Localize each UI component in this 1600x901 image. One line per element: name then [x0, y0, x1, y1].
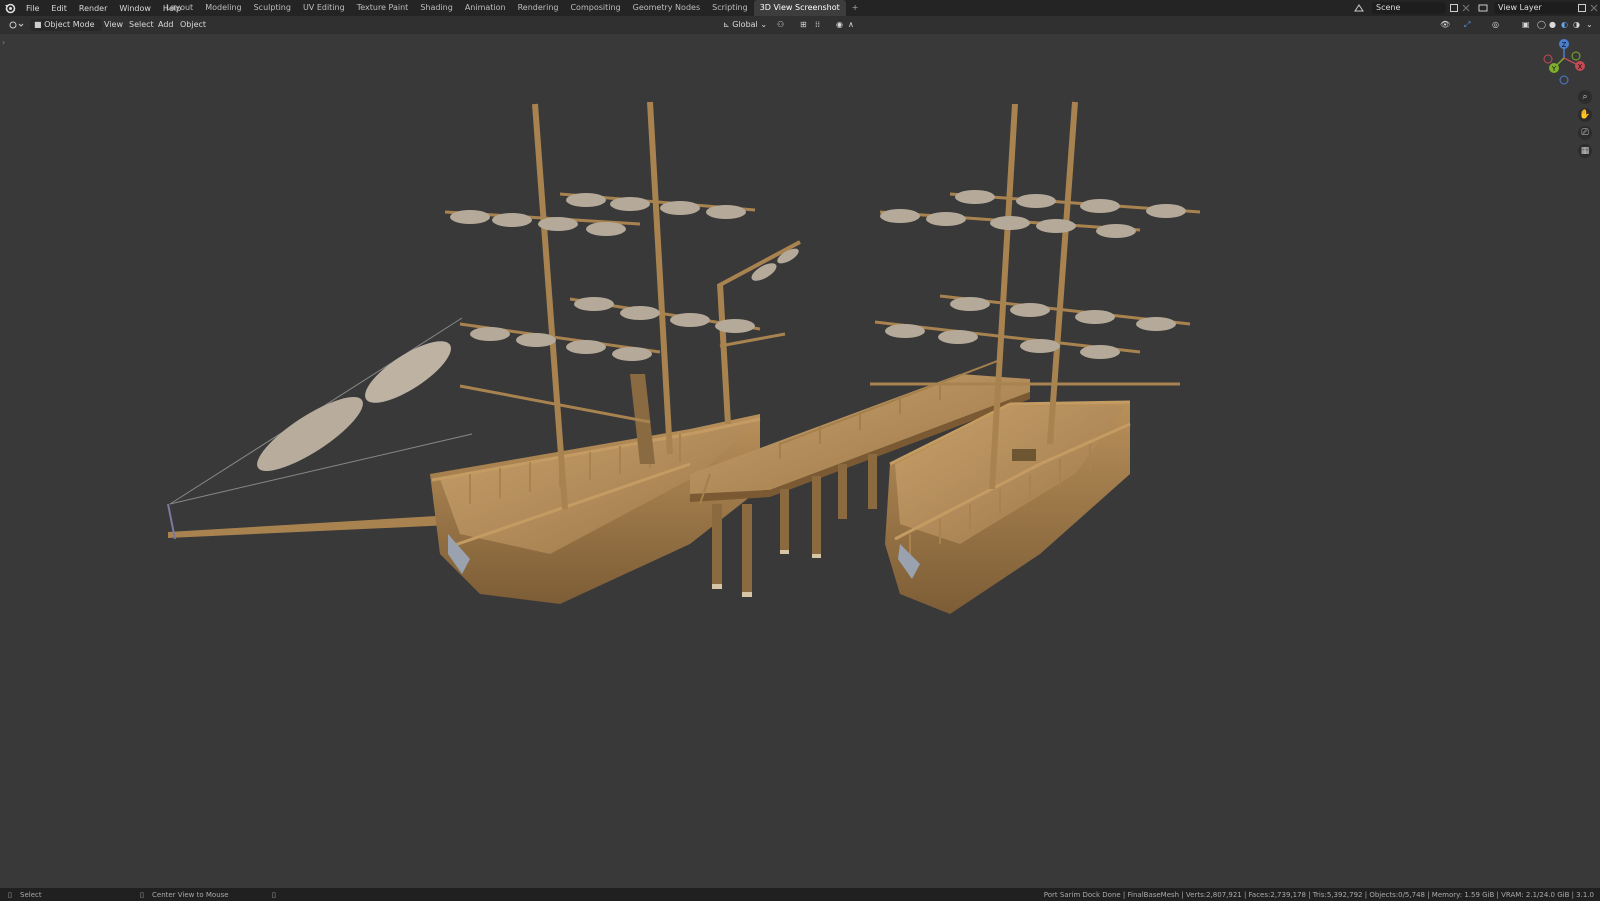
tab-scripting[interactable]: Scripting — [706, 0, 754, 16]
xray-icon[interactable]: ▣ — [1522, 19, 1530, 31]
mouse-right-icon: ▯ — [272, 891, 276, 899]
toolbar-expand-icon[interactable]: › — [2, 38, 5, 47]
object-mode-dropdown[interactable]: ■ Object Mode ⌄ — [30, 19, 102, 41]
scene-statistics: Port Sarim Dock Done | FinalBaseMesh | V… — [1043, 891, 1594, 899]
left-ship — [167, 101, 801, 604]
overlays-icon[interactable]: ◎ — [1492, 19, 1499, 31]
gizmo-toggle-icon[interactable]: ⤢ — [1464, 19, 1470, 31]
right-ship — [870, 101, 1201, 614]
add-menu[interactable]: Add — [158, 19, 174, 31]
wireframe-shading-icon[interactable]: ◯ — [1537, 19, 1546, 31]
status-center-view-label: Center View to Mouse — [152, 891, 229, 899]
material-preview-shading-icon[interactable]: ◐ — [1561, 19, 1568, 31]
viewport-header: ■ Object Mode ⌄ View Select Add Object ⊾… — [0, 16, 1600, 41]
falloff-icon[interactable]: ∧ — [848, 19, 854, 31]
view-layer-field[interactable]: View Layer — [1494, 2, 1578, 14]
tab-layout[interactable]: Layout — [160, 0, 199, 16]
select-menu[interactable]: Select — [129, 19, 154, 31]
top-bar: File Edit Render Window Help Layout Mode… — [0, 0, 1600, 16]
delete-scene-icon[interactable] — [1461, 3, 1471, 13]
status-bar: ▯ Select ▯ Center View to Mouse ▯ Port S… — [0, 888, 1600, 901]
proportional-edit-icon[interactable]: ◉ — [836, 19, 843, 31]
tab-sculpting[interactable]: Sculpting — [248, 0, 297, 16]
orientation-icon: ⊾ — [723, 20, 730, 29]
status-select-label: Select — [20, 891, 42, 899]
scene-field[interactable]: Scene — [1372, 2, 1446, 14]
tab-compositing[interactable]: Compositing — [564, 0, 626, 16]
workspace-tabs: Layout Modeling Sculpting UV Editing Tex… — [160, 0, 864, 16]
shading-options-icon[interactable]: ⌄ — [1586, 19, 1593, 31]
rendered-shading-icon[interactable]: ◑ — [1573, 19, 1580, 31]
tab-modeling[interactable]: Modeling — [199, 0, 247, 16]
tab-rendering[interactable]: Rendering — [512, 0, 565, 16]
snap-target-icon[interactable]: ⁞⁞ — [815, 19, 820, 31]
solid-shading-icon[interactable]: ● — [1549, 19, 1556, 31]
orientation-label: Global — [732, 20, 758, 29]
gizmo-y-label: Y — [1551, 65, 1557, 73]
menu-render[interactable]: Render — [73, 4, 113, 13]
object-mode-icon: ■ — [34, 20, 42, 29]
menu-window[interactable]: Window — [113, 4, 157, 13]
blender-logo-icon[interactable] — [4, 2, 16, 14]
3d-viewport[interactable]: Z X Y ⌕ ✋ ⎚ ▦ › — [0, 34, 1600, 888]
tab-texture-paint[interactable]: Texture Paint — [351, 0, 415, 16]
chevron-down-icon: ⌄ — [760, 20, 768, 29]
tab-geometry-nodes[interactable]: Geometry Nodes — [627, 0, 706, 16]
tab-shading[interactable]: Shading — [414, 0, 459, 16]
transform-orientation-dropdown[interactable]: ⊾ Global ⌄ — [723, 19, 767, 31]
navigation-gizmo[interactable]: Z X Y — [1543, 39, 1585, 85]
perspective-grid-icon[interactable]: ▦ — [1578, 144, 1592, 158]
menu-file[interactable]: File — [20, 4, 45, 13]
add-workspace-button[interactable]: + — [846, 0, 865, 16]
view-layer-icon[interactable] — [1478, 3, 1488, 13]
menu-edit[interactable]: Edit — [45, 4, 73, 13]
mouse-middle-icon: ▯ — [140, 891, 144, 899]
snap-toggle-icon[interactable]: ⊞ — [800, 19, 807, 31]
tab-animation[interactable]: Animation — [459, 0, 512, 16]
pan-hand-icon[interactable]: ✋ — [1578, 108, 1592, 122]
tab-uv-editing[interactable]: UV Editing — [297, 0, 351, 16]
gizmo-z-label: Z — [1562, 41, 1567, 49]
gizmo-x-label: X — [1578, 63, 1583, 71]
object-mode-label: Object Mode — [44, 20, 95, 29]
visibility-icon[interactable]: 👁 — [1440, 19, 1450, 31]
zoom-icon[interactable]: ⌕ — [1578, 90, 1592, 104]
delete-view-layer-icon[interactable] — [1589, 3, 1599, 13]
view-menu[interactable]: View — [104, 19, 123, 31]
scene-icon[interactable] — [1354, 3, 1364, 13]
new-scene-icon[interactable] — [1449, 3, 1459, 13]
new-view-layer-icon[interactable] — [1577, 3, 1587, 13]
tab-3d-view-screenshot[interactable]: 3D View Screenshot — [753, 0, 846, 16]
editor-type-icon[interactable] — [8, 19, 24, 31]
camera-view-icon[interactable]: ⎚ — [1578, 126, 1592, 140]
mouse-left-icon: ▯ — [8, 891, 12, 899]
pivot-point-icon[interactable]: ⚇ — [777, 19, 784, 31]
ship-dock-scene: Z X Y — [167, 39, 1585, 614]
object-menu[interactable]: Object — [180, 19, 206, 31]
